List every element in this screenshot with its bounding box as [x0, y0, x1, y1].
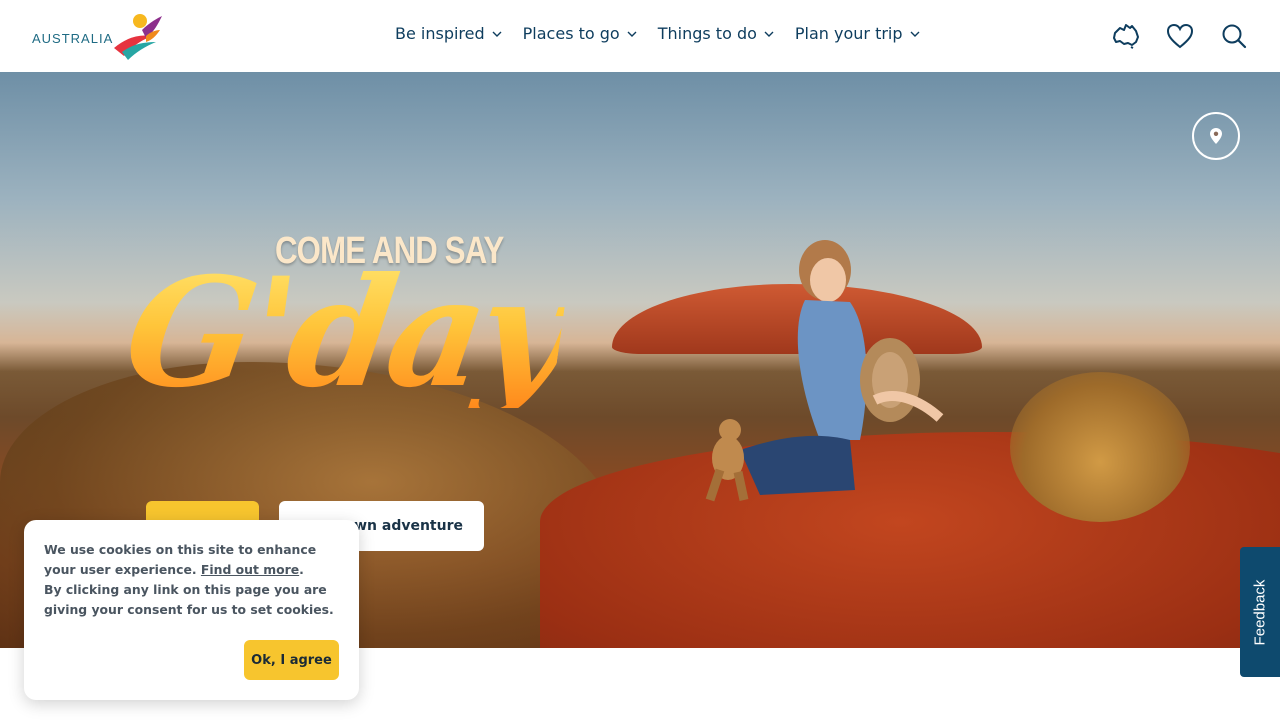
feedback-tab[interactable]: Feedback [1240, 547, 1280, 677]
feedback-label: Feedback [1251, 579, 1269, 645]
nav-label: Places to go [522, 24, 620, 43]
kangaroo-logo-icon [114, 14, 162, 60]
nav-label: Be inspired [395, 24, 485, 43]
logo-text: AUSTRALIA [32, 31, 114, 46]
nav-plan-your-trip[interactable]: Plan your trip [795, 24, 921, 43]
main-nav: Be inspired Places to go Things to do Pl… [395, 24, 941, 43]
hero-woman-with-kangaroo [705, 240, 944, 502]
nav-be-inspired[interactable]: Be inspired [395, 24, 503, 43]
nav-label: Plan your trip [794, 24, 903, 43]
chevron-down-icon [492, 31, 502, 37]
find-out-more-link[interactable]: Find out more [201, 562, 299, 577]
cookie-text: We use cookies on this site to enhance y… [44, 540, 339, 580]
nav-things-to-do[interactable]: Things to do [658, 24, 775, 43]
site-header: AUSTRALIA Be inspired Places to go Thing… [0, 0, 1280, 72]
search-icon[interactable] [1220, 22, 1248, 50]
australia-logo[interactable]: AUSTRALIA [32, 12, 164, 62]
chevron-down-icon [764, 31, 774, 37]
location-pin-button[interactable] [1192, 112, 1240, 160]
chevron-down-icon [910, 31, 920, 37]
heart-icon[interactable] [1166, 22, 1194, 50]
australia-map-icon[interactable] [1112, 22, 1140, 50]
cookie-consent-text: By clicking any link on this page you ar… [44, 582, 334, 617]
hero-headline-gday: G'day [115, 245, 574, 421]
cookie-agree-button[interactable]: Ok, I agree [244, 640, 339, 680]
chevron-down-icon [627, 31, 637, 37]
location-pin-icon [1210, 128, 1222, 144]
cookie-banner: We use cookies on this site to enhance y… [24, 520, 359, 700]
header-actions [1112, 22, 1248, 50]
nav-places-to-go[interactable]: Places to go [523, 24, 638, 43]
cookie-period: . [299, 562, 304, 577]
nav-label: Things to do [657, 24, 757, 43]
spinifex-grass [1010, 372, 1190, 522]
